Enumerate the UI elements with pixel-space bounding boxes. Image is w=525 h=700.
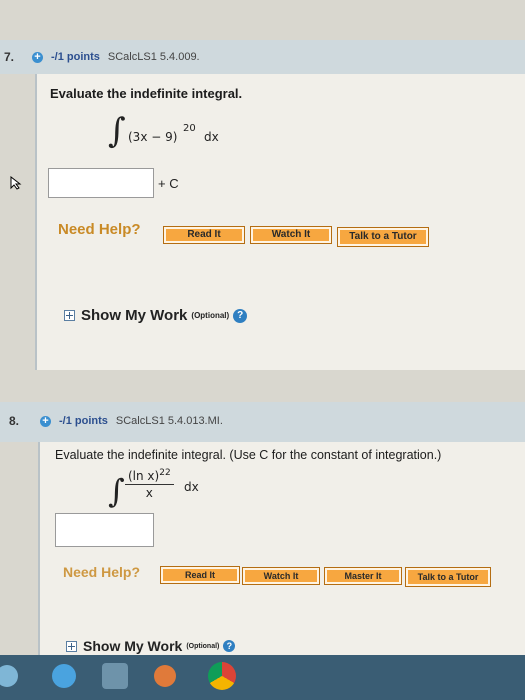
q8-numerator: (ln x)22 <box>125 468 174 485</box>
q7-integral-sign: ∫ <box>108 111 126 151</box>
q7-show-work-label: Show My Work <box>81 307 188 324</box>
expand-square-icon[interactable] <box>66 640 77 652</box>
plus-circle-icon[interactable]: + <box>40 415 51 427</box>
q7-read-it-button[interactable]: Read It <box>163 226 245 244</box>
q8-number: 8. <box>9 414 20 428</box>
q8-optional-label: (Optional) <box>186 642 220 650</box>
q8-header: + -/1 points SCalcLS1 5.4.013.MI. <box>40 415 223 427</box>
q7-header: + -/1 points SCalcLS1 5.4.009. <box>32 51 200 63</box>
q7-need-help: Need Help? <box>58 221 141 238</box>
start-icon[interactable] <box>0 665 18 687</box>
q8-master-it-button[interactable]: Master It <box>324 567 402 585</box>
q8-differential: dx <box>184 480 199 494</box>
question-circle-icon[interactable]: ? <box>223 640 236 652</box>
q7-integrand: (3x − 9) <box>128 130 178 144</box>
expand-square-icon[interactable] <box>64 310 75 321</box>
q7-code: SCalcLS1 5.4.009. <box>107 51 200 63</box>
q8-prompt: Evaluate the indefinite integral. (Use C… <box>55 448 442 462</box>
browser-ie-icon[interactable] <box>52 664 76 688</box>
q8-exponent: 22 <box>159 468 171 478</box>
q8-points: -/1 points <box>59 415 108 427</box>
q8-show-my-work[interactable]: Show My Work (Optional) ? <box>66 638 236 654</box>
q7-plus-c: + C <box>158 176 179 191</box>
q8-show-work-label: Show My Work <box>83 638 183 654</box>
q7-answer-input[interactable] <box>48 168 154 198</box>
q8-talk-to-tutor-button[interactable]: Talk to a Tutor <box>405 567 491 587</box>
q7-optional-label: (Optional) <box>191 311 230 320</box>
q7-number: 7. <box>4 50 15 64</box>
app-icon[interactable] <box>102 663 128 689</box>
q8-watch-it-button[interactable]: Watch It <box>242 567 320 585</box>
q7-prompt: Evaluate the indefinite integral. <box>50 86 243 101</box>
q7-watch-it-button[interactable]: Watch It <box>250 226 332 244</box>
q8-integral-sign: ∫ <box>108 472 125 510</box>
taskbar <box>0 655 525 700</box>
q8-answer-input[interactable] <box>55 513 154 547</box>
chrome-icon[interactable] <box>208 662 236 690</box>
q8-code: SCalcLS1 5.4.013.MI. <box>115 415 223 427</box>
media-icon[interactable] <box>154 665 176 687</box>
q8-numerator-base: (ln x) <box>128 469 160 483</box>
q8-read-it-button[interactable]: Read It <box>160 566 240 584</box>
q7-exponent: 20 <box>183 123 196 134</box>
plus-circle-icon[interactable]: + <box>32 51 43 63</box>
q8-fraction: (ln x)22 x <box>125 468 174 500</box>
q7-talk-to-tutor-button[interactable]: Talk to a Tutor <box>337 227 429 247</box>
question-circle-icon[interactable]: ? <box>233 308 248 323</box>
q8-denominator: x <box>145 486 153 500</box>
q7-points: -/1 points <box>51 51 100 63</box>
q8-need-help: Need Help? <box>63 564 141 580</box>
q7-show-my-work[interactable]: Show My Work (Optional) ? <box>64 307 248 324</box>
q7-differential: dx <box>204 130 219 144</box>
cursor-icon <box>9 176 23 190</box>
